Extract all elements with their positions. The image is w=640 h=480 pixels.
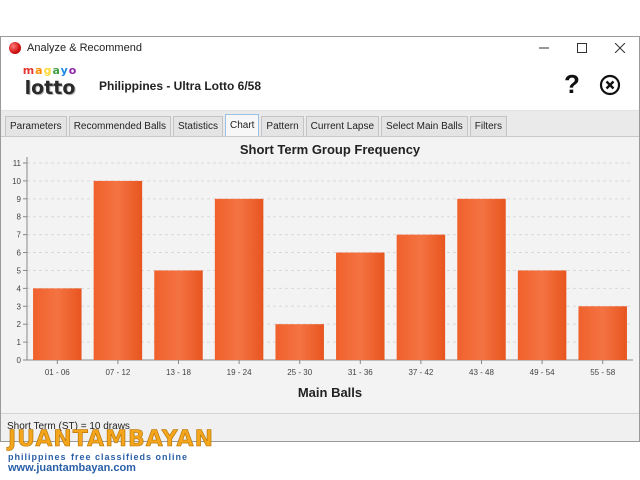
window-controls xyxy=(525,37,639,59)
y-tick-label: 2 xyxy=(17,320,22,329)
app-window: Analyze & Recommend magayo lotto Philipp… xyxy=(0,36,640,442)
title-bar[interactable]: Analyze & Recommend xyxy=(1,37,639,59)
magayo-lotto-logo: magayo lotto xyxy=(19,64,81,106)
tab-chart[interactable]: Chart xyxy=(224,114,260,136)
window-title: Analyze & Recommend xyxy=(27,42,142,54)
minimize-icon xyxy=(539,47,549,49)
close-icon xyxy=(615,43,625,53)
tab-statistics[interactable]: Statistics xyxy=(172,116,223,136)
watermark-brand: JUANTAMBAYAN xyxy=(8,427,214,452)
bar-19-24 xyxy=(214,198,264,360)
close-circle-icon xyxy=(599,74,621,96)
bar-37-42 xyxy=(396,234,446,360)
x-tick-label: 07 - 12 xyxy=(105,368,130,377)
x-tick-label: 13 - 18 xyxy=(166,368,191,377)
x-tick-label: 43 - 48 xyxy=(469,368,494,377)
x-tick-label: 37 - 42 xyxy=(408,368,433,377)
y-tick-label: 6 xyxy=(17,249,22,258)
x-tick-label: 01 - 06 xyxy=(45,368,70,377)
help-button[interactable]: ? xyxy=(561,69,583,100)
watermark-tagline: philippines free classifieds online xyxy=(8,452,188,462)
logo-letter: o xyxy=(68,64,78,77)
bar-chart: Short Term Group Frequency 0 1 2 3 4 5 6 7 8 9 10 11… xyxy=(12,142,633,400)
logo-letter: a xyxy=(52,64,61,77)
chart-panel: Short Term Group Frequency 0 1 2 3 4 5 6 7 8 9 10 11… xyxy=(1,137,639,412)
watermark-country: philippines xyxy=(8,452,67,462)
bar-01-06 xyxy=(33,288,82,360)
tab-current-lapse[interactable]: Current Lapse xyxy=(305,116,380,136)
tab-parameters[interactable]: Parameters xyxy=(5,116,67,136)
x-tick-label: 25 - 30 xyxy=(287,368,312,377)
y-tick-label: 7 xyxy=(17,231,22,240)
tab-recommended-balls[interactable]: Recommended Balls xyxy=(68,116,171,136)
app-header: magayo lotto Philippines - Ultra Lotto 6… xyxy=(1,59,639,111)
close-window-button[interactable] xyxy=(601,37,639,59)
x-tick-label: 31 - 36 xyxy=(348,368,373,377)
bar-13-18 xyxy=(154,270,203,360)
bar-25-30 xyxy=(275,324,324,360)
app-icon xyxy=(9,42,21,54)
minimize-button[interactable] xyxy=(525,37,563,59)
watermark-slogan: free classifieds online xyxy=(70,452,188,462)
y-tick-label: 3 xyxy=(17,302,22,311)
tab-select-main-balls[interactable]: Select Main Balls xyxy=(381,116,468,136)
logo-letter: a xyxy=(35,64,44,77)
watermark: JUANTAMBAYAN philippines free classified… xyxy=(8,427,214,476)
y-tick-label: 0 xyxy=(17,356,22,365)
logo-wordmark-top: magayo xyxy=(19,64,81,77)
maximize-button[interactable] xyxy=(563,37,601,59)
y-tick-label: 10 xyxy=(12,177,21,186)
lottery-name: Philippines - Ultra Lotto 6/58 xyxy=(99,79,262,93)
tab-filters[interactable]: Filters xyxy=(469,116,507,136)
tab-bar: Parameters Recommended Balls Statistics Cha… xyxy=(1,111,639,137)
maximize-icon xyxy=(577,43,587,53)
bar-07-12 xyxy=(93,180,143,360)
exit-button[interactable] xyxy=(599,74,621,96)
y-tick-label: 9 xyxy=(17,195,22,204)
bar-49-54 xyxy=(517,270,567,360)
bar-55-58 xyxy=(578,306,627,360)
bar-31-36 xyxy=(336,252,385,360)
x-axis-title: Main Balls xyxy=(298,385,362,400)
y-tick-label: 5 xyxy=(17,266,22,275)
logo-wordmark-bottom: lotto xyxy=(24,77,76,99)
x-tick-label: 19 - 24 xyxy=(227,368,252,377)
logo-letter: y xyxy=(60,64,69,77)
logo-letter: m xyxy=(22,64,36,77)
x-tick-label: 55 - 58 xyxy=(590,368,615,377)
chart-title: Short Term Group Frequency xyxy=(240,142,421,157)
y-tick-label: 11 xyxy=(13,159,22,168)
y-tick-label: 1 xyxy=(17,338,22,347)
bar-43-48 xyxy=(457,198,506,360)
x-tick-label: 49 - 54 xyxy=(530,368,555,377)
y-tick-label: 8 xyxy=(17,213,22,222)
tab-pattern[interactable]: Pattern xyxy=(261,116,304,136)
y-tick-label: 4 xyxy=(17,284,22,293)
watermark-url: www.juantambayan.com xyxy=(8,462,136,474)
